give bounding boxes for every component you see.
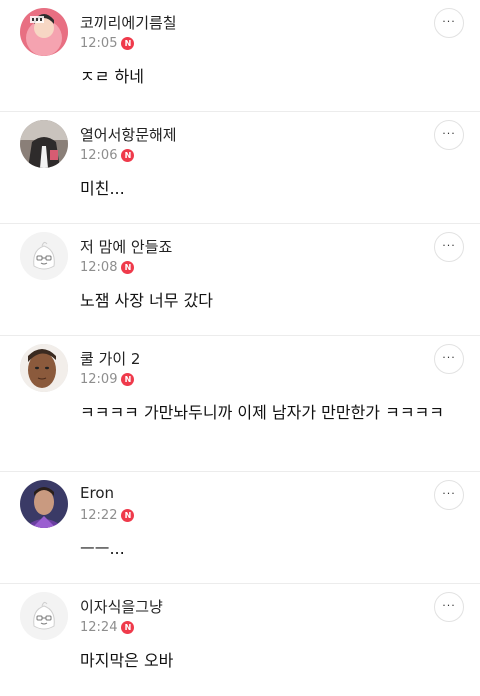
author-avatar[interactable] (20, 232, 68, 280)
author-name[interactable]: 열어서항문해제 (80, 124, 177, 145)
comment-text: ㅋㅋㅋㅋ 가만놔두니까 이제 남자가 만만한가 ㅋㅋㅋㅋ (80, 403, 444, 422)
author-avatar[interactable] (20, 480, 68, 528)
more-options-label: ··· (442, 350, 456, 364)
author-name[interactable]: 저 맘에 안들죠 (80, 236, 172, 257)
more-options-button[interactable]: ··· (434, 232, 464, 262)
comment-meta: 12:09 (80, 372, 135, 387)
comment-item: 저 맘에 안들죠 12:08 노잼 사장 너무 갔다 ··· (0, 224, 480, 336)
comment-item: 열어서항문해제 12:06 미친... ··· (0, 112, 480, 224)
comment-time: 12:06 (80, 148, 118, 163)
more-options-button[interactable]: ··· (434, 344, 464, 374)
more-options-label: ··· (442, 14, 456, 28)
author-avatar[interactable] (20, 592, 68, 640)
default-avatar-icon (20, 232, 68, 280)
photo-avatar-icon (20, 480, 68, 528)
author-avatar[interactable] (20, 120, 68, 168)
author-name[interactable]: Eron (80, 484, 114, 502)
new-badge-icon (121, 149, 135, 162)
more-options-label: ··· (442, 486, 456, 500)
comment-meta: 12:06 (80, 148, 135, 163)
more-options-label: ··· (442, 126, 456, 140)
more-options-label: ··· (442, 598, 456, 612)
comment-item: 코끼리에기름칠 12:05 ㅈㄹ 하네 ··· (0, 0, 480, 112)
author-avatar[interactable] (20, 8, 68, 56)
new-badge-icon (121, 621, 135, 634)
more-options-button[interactable]: ··· (434, 480, 464, 510)
comment-text: ㅡㅡ... (80, 539, 125, 558)
comment-item: 쿨 가이 2 12:09 ㅋㅋㅋㅋ 가만놔두니까 이제 남자가 만만한가 ㅋㅋㅋ… (0, 336, 480, 472)
comment-text: 미친... (80, 179, 125, 198)
comment-time: 12:05 (80, 36, 118, 51)
comment-time: 12:24 (80, 620, 118, 635)
author-avatar[interactable] (20, 344, 68, 392)
new-badge-icon (121, 509, 135, 522)
comment-text: 노잼 사장 너무 갔다 (80, 291, 214, 310)
comment-meta: 12:08 (80, 260, 135, 275)
comment-time: 12:22 (80, 508, 118, 523)
cartoon-avatar-icon (20, 8, 68, 56)
more-options-button[interactable]: ··· (434, 592, 464, 622)
author-name[interactable]: 쿨 가이 2 (80, 348, 140, 369)
comment-meta: 12:24 (80, 620, 135, 635)
author-name[interactable]: 이자식을그냥 (80, 596, 163, 617)
comment-meta: 12:22 (80, 508, 135, 523)
comment-time: 12:08 (80, 260, 118, 275)
new-badge-icon (121, 373, 135, 386)
comment-item: 이자식을그냥 12:24 마지막은 오바 ··· (0, 584, 480, 696)
author-name[interactable]: 코끼리에기름칠 (80, 12, 177, 33)
comment-text: 마지막은 오바 (80, 651, 174, 670)
comment-meta: 12:05 (80, 36, 135, 51)
default-avatar-icon (20, 592, 68, 640)
more-options-button[interactable]: ··· (434, 120, 464, 150)
more-options-label: ··· (442, 238, 456, 252)
new-badge-icon (121, 261, 135, 274)
comment-item: Eron 12:22 ㅡㅡ... ··· (0, 472, 480, 584)
comment-time: 12:09 (80, 372, 118, 387)
photo-avatar-icon (20, 344, 68, 392)
new-badge-icon (121, 37, 135, 50)
more-options-button[interactable]: ··· (434, 8, 464, 38)
comment-text: ㅈㄹ 하네 (80, 67, 144, 86)
photo-avatar-icon (20, 120, 68, 168)
